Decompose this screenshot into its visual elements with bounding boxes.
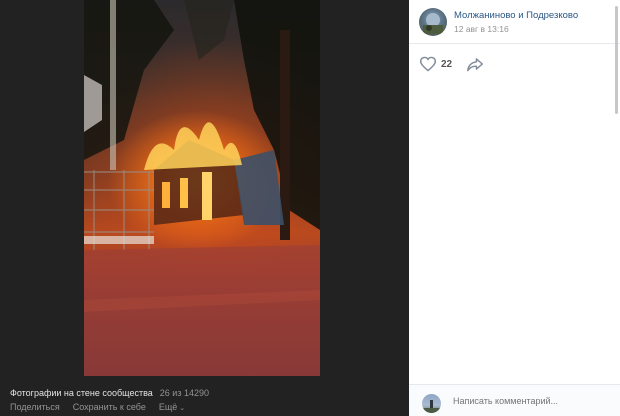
album-title[interactable]: Фотографии на стене сообщества bbox=[10, 388, 153, 398]
post-side-panel: Молжаниново и Подрезково 12 авг в 13:16 … bbox=[409, 0, 620, 416]
post-date[interactable]: 12 авг в 13:16 bbox=[454, 24, 509, 34]
comment-input[interactable] bbox=[453, 396, 570, 406]
panel-scrollbar[interactable] bbox=[615, 6, 618, 114]
community-name[interactable]: Молжаниново и Подрезково bbox=[454, 10, 578, 21]
community-avatar[interactable] bbox=[419, 8, 447, 36]
share-link[interactable]: Поделиться bbox=[10, 402, 60, 412]
avatar-image bbox=[423, 13, 443, 34]
save-to-self-link[interactable]: Сохранить к себе bbox=[73, 402, 146, 412]
likes-count: 22 bbox=[441, 58, 453, 70]
heart-icon[interactable] bbox=[419, 56, 437, 72]
photo-actions: Поделиться Сохранить к себе Ещё ⌄ bbox=[10, 402, 185, 412]
photo-counter: 26 из 14290 bbox=[159, 388, 209, 398]
chevron-down-icon: ⌄ bbox=[179, 405, 186, 412]
user-avatar-image bbox=[422, 400, 441, 413]
user-avatar[interactable] bbox=[422, 394, 441, 413]
photo-viewer: Фотографии на стене сообщества 26 из 1429… bbox=[0, 0, 409, 416]
photo-caption-row: Фотографии на стене сообщества 26 из 1429… bbox=[10, 388, 209, 398]
post-author-header: Молжаниново и Подрезково 12 авг в 13:16 bbox=[409, 0, 620, 44]
photo-burning-house[interactable] bbox=[84, 0, 320, 376]
more-menu[interactable]: Ещё ⌄ bbox=[159, 402, 185, 412]
post-reactions: 22 bbox=[419, 56, 484, 72]
comment-composer bbox=[409, 384, 620, 416]
more-label: Ещё bbox=[158, 402, 178, 412]
photo-scene bbox=[84, 0, 320, 376]
share-arrow-icon[interactable] bbox=[466, 56, 484, 72]
